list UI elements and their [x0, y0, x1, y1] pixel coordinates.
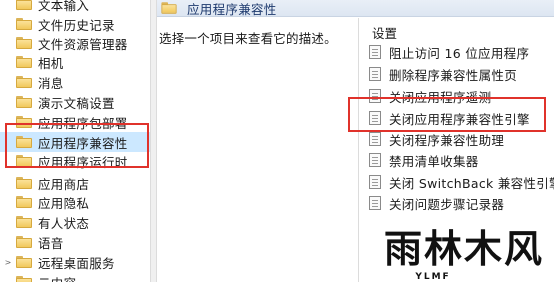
tree-item-file-explorer[interactable]: 文件资源管理器 — [0, 33, 150, 53]
tree-item-label: 相机 — [38, 55, 64, 71]
settings-column-header[interactable]: 设置 — [372, 23, 397, 42]
tree-item-label: 应用程序运行时 — [38, 154, 128, 170]
tree-expander[interactable] — [2, 272, 14, 282]
tree-item-text-input[interactable]: 文本输入 — [0, 0, 150, 14]
policy-setting-icon — [369, 89, 381, 103]
setting-label: 删除程序兼容性属性页 — [389, 67, 518, 83]
tree-expander[interactable] — [2, 92, 14, 112]
tree-expander[interactable] — [2, 112, 14, 132]
tree-item-label: 文件历史记录 — [38, 17, 115, 33]
tree-item-label: 文本输入 — [38, 0, 90, 13]
setting-label: 关闭程序兼容性助理 — [389, 132, 505, 148]
setting-label: 阻止访问 16 位应用程序 — [389, 45, 530, 61]
tree-expander[interactable] — [2, 0, 14, 14]
tree-item-file-history[interactable]: 文件历史记录 — [0, 14, 150, 34]
folder-icon — [16, 256, 32, 268]
tree-expander[interactable] — [2, 132, 14, 152]
ylmf-watermark-logo: 雨林木风 YLMF — [384, 227, 544, 282]
tree-expander[interactable] — [2, 33, 14, 53]
watermark-text: 雨林木风 — [384, 227, 544, 271]
tree-expander[interactable] — [2, 212, 14, 232]
tree-item-label: 演示文稿设置 — [38, 95, 115, 111]
tree-item-app-runtime[interactable]: 应用程序运行时 — [0, 151, 150, 171]
folder-icon — [16, 96, 32, 108]
tree-item-label: 应用商店 — [38, 176, 90, 192]
folder-icon — [16, 276, 32, 282]
column-divider — [358, 18, 359, 282]
folder-icon — [16, 116, 32, 128]
setting-turn-off-steps-recorder[interactable]: 关闭问题步骤记录器 — [369, 193, 504, 213]
setting-label: 关闭问题步骤记录器 — [389, 196, 505, 212]
setting-label: 禁用清单收集器 — [389, 153, 479, 169]
folder-icon — [16, 136, 32, 148]
tree-item-app-compatibility[interactable]: 应用程序兼容性 — [0, 132, 150, 152]
policy-setting-icon — [369, 153, 381, 167]
folder-icon — [16, 236, 32, 248]
tree-item-label: 有人状态 — [38, 215, 90, 231]
tree-item-app-store[interactable]: 应用商店 — [0, 173, 150, 193]
tree-item-cloud-content[interactable]: 云内容 — [0, 272, 150, 282]
tree-item-label: 文件资源管理器 — [38, 36, 128, 52]
pane-splitter[interactable] — [150, 0, 157, 282]
folder-icon — [16, 18, 32, 30]
setting-disable-inventory-collector[interactable]: 禁用清单收集器 — [369, 150, 479, 170]
folder-icon — [16, 155, 32, 167]
tree-expander[interactable] — [2, 173, 14, 193]
tree-item-app-privacy[interactable]: 应用隐私 — [0, 192, 150, 212]
tree-item-label: 远程桌面服务 — [38, 255, 115, 271]
watermark-subtext: YLMF — [414, 272, 450, 282]
folder-icon — [16, 0, 32, 10]
setting-turn-off-switchback[interactable]: 关闭 SwitchBack 兼容性引擎 — [369, 172, 554, 192]
chevron-right-icon[interactable]: > — [2, 252, 14, 272]
tree-item-label: 应用程序包部署 — [38, 115, 128, 131]
tree-expander[interactable] — [2, 52, 14, 72]
folder-icon — [16, 76, 32, 88]
tree-expander[interactable] — [2, 72, 14, 92]
folder-icon — [16, 177, 32, 189]
setting-remove-compat-property-page[interactable]: 删除程序兼容性属性页 — [369, 64, 517, 84]
tree-item-label: 应用程序兼容性 — [38, 135, 128, 151]
tree-expander[interactable] — [2, 14, 14, 34]
policy-setting-icon — [369, 196, 381, 210]
tree-item-remote-desktop-services[interactable]: > 远程桌面服务 — [0, 252, 150, 272]
folder-icon — [16, 56, 32, 68]
folder-icon — [16, 37, 32, 49]
tree-item-label: 云内容 — [38, 273, 76, 282]
tree-expander[interactable] — [2, 192, 14, 212]
policy-setting-icon — [369, 111, 381, 125]
policy-setting-icon — [369, 45, 381, 59]
policy-setting-icon — [369, 67, 381, 81]
setting-turn-off-compat-engine[interactable]: 关闭应用程序兼容性引擎 — [369, 108, 530, 128]
setting-turn-off-compat-assistant[interactable]: 关闭程序兼容性助理 — [369, 129, 504, 149]
description-text: 选择一个项目来查看它的描述。 — [159, 31, 337, 46]
folder-icon — [16, 216, 32, 228]
tree-expander[interactable] — [2, 151, 14, 171]
setting-turn-off-telemetry[interactable]: 关闭应用程序遥测 — [369, 86, 491, 106]
tree-item-presence[interactable]: 有人状态 — [0, 212, 150, 232]
tree-item-label: 应用隐私 — [38, 195, 90, 211]
folder-icon — [161, 2, 177, 14]
policy-setting-icon — [369, 132, 381, 146]
setting-label: 关闭应用程序遥测 — [389, 89, 492, 105]
tree-item-messaging[interactable]: 消息 — [0, 72, 150, 92]
policy-setting-icon — [369, 175, 381, 189]
tree-item-speech[interactable]: 语音 — [0, 232, 150, 252]
tree-item-app-package-deployment[interactable]: 应用程序包部署 — [0, 112, 150, 132]
folder-icon — [16, 196, 32, 208]
tree-expander[interactable] — [2, 232, 14, 252]
pane-header: 应用程序兼容性 — [157, 0, 554, 17]
tree-item-label: 消息 — [38, 75, 64, 91]
pane-title: 应用程序兼容性 — [187, 1, 277, 17]
tree-item-camera[interactable]: 相机 — [0, 52, 150, 72]
setting-label: 关闭 SwitchBack 兼容性引擎 — [389, 175, 554, 191]
setting-block-16bit[interactable]: 阻止访问 16 位应用程序 — [369, 42, 529, 62]
tree-item-label: 语音 — [38, 235, 64, 251]
navigation-tree: 文本输入 文件历史记录 文件资源管理器 相机 消息 演示文稿设置 应用程序包部署… — [0, 0, 150, 282]
tree-item-presentation-settings[interactable]: 演示文稿设置 — [0, 92, 150, 112]
setting-label: 关闭应用程序兼容性引擎 — [389, 111, 530, 127]
